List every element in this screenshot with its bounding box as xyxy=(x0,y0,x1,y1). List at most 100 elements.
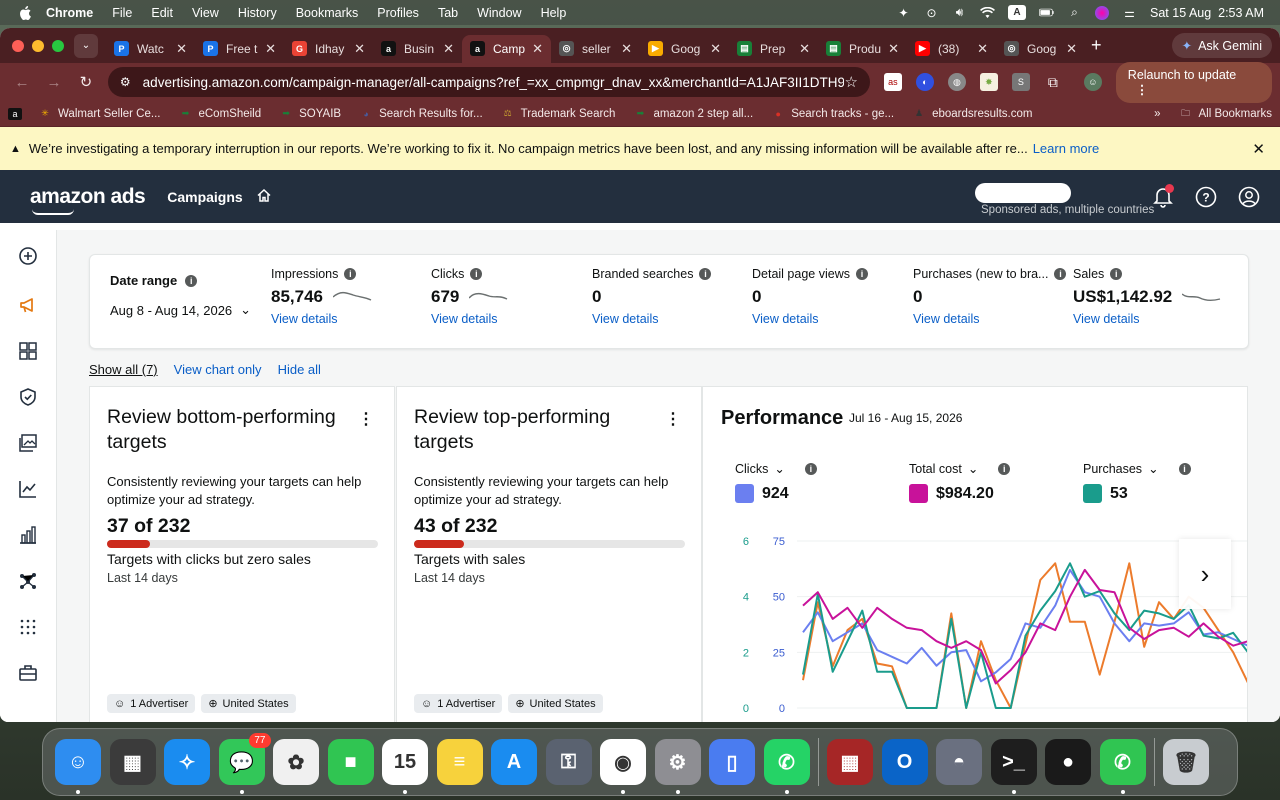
play-circle-icon[interactable]: ⊙ xyxy=(924,6,939,20)
wifi-icon[interactable] xyxy=(980,6,995,19)
browser-tab[interactable]: P Watc ✕ xyxy=(106,35,195,63)
tab-close-icon[interactable]: ✕ xyxy=(176,41,187,57)
dock-app-app-store[interactable]: A xyxy=(491,739,537,785)
more-options-icon[interactable]: ⋮ xyxy=(358,409,374,429)
browser-tab[interactable]: a Camp ✕ xyxy=(462,34,551,63)
tab-close-icon[interactable]: ✕ xyxy=(799,41,810,57)
view-details-link[interactable]: View details xyxy=(913,312,1073,326)
bookmark-item[interactable]: ➡ SOYAIB xyxy=(279,108,341,120)
extension-4-icon[interactable]: ✸ xyxy=(979,73,998,91)
info-icon[interactable]: i xyxy=(470,268,483,280)
info-icon[interactable]: i xyxy=(185,274,198,287)
volume-icon[interactable]: 🔊︎ xyxy=(952,5,967,19)
dock-app-trash[interactable]: 🗑 xyxy=(1163,739,1209,785)
bookmark-item[interactable]: ✳ Walmart Seller Ce... xyxy=(38,108,160,120)
address-bar[interactable]: ⚙ advertising.amazon.com/campaign-manage… xyxy=(107,67,870,97)
bookmark-item[interactable]: ● Search tracks - ge... xyxy=(771,108,894,120)
bookmark-item[interactable]: ➡ amazon 2 step all... xyxy=(633,108,754,120)
nav-campaigns[interactable] xyxy=(0,282,56,328)
tab-close-icon[interactable]: ✕ xyxy=(443,41,454,57)
profile-avatar-icon[interactable]: ☺ xyxy=(1083,73,1102,91)
dock-app-photo-booth[interactable]: ▦ xyxy=(827,739,873,785)
browser-tab[interactable]: ▤ Produ ✕ xyxy=(818,35,907,63)
info-icon[interactable]: i xyxy=(344,268,357,280)
view-details-link[interactable]: View details xyxy=(271,312,431,326)
bookmark-item[interactable]: ◕ Search Results for... xyxy=(359,108,482,120)
dock-app-messages[interactable]: 💬 77 xyxy=(218,733,271,794)
battery-icon[interactable] xyxy=(1039,6,1054,19)
dock-app-disk-utility[interactable]: ◓ xyxy=(936,739,982,785)
site-info-icon[interactable]: ⚙ xyxy=(120,75,131,89)
show-all-link[interactable]: Show all (7) xyxy=(89,362,158,377)
view-details-link[interactable]: View details xyxy=(592,312,752,326)
dock-app-outlook[interactable]: O xyxy=(881,739,928,785)
input-source-icon[interactable]: A xyxy=(1008,5,1027,20)
url-text[interactable]: advertising.amazon.com/campaign-manager/… xyxy=(143,75,845,90)
tab-close-icon[interactable]: ✕ xyxy=(710,41,721,57)
dock-app-launchpad[interactable]: ▦ xyxy=(109,739,156,785)
tab-close-icon[interactable]: ✕ xyxy=(888,41,899,57)
dock-app-chrome[interactable]: ◉ xyxy=(600,739,646,794)
menu-tab[interactable]: Tab xyxy=(438,6,458,20)
dock-app-calendar[interactable]: 15 xyxy=(382,739,428,794)
forward-button[interactable]: → xyxy=(40,68,68,96)
minimize-window-button[interactable] xyxy=(32,39,44,52)
nav-dashboard[interactable] xyxy=(0,328,56,374)
dock-app-photos[interactable]: ✿ xyxy=(273,739,319,785)
ask-gemini-button[interactable]: ✦ Ask Gemini xyxy=(1171,33,1272,58)
tab-search-button[interactable]: ⌄ xyxy=(74,33,98,58)
control-center-icon[interactable]: ⚌ xyxy=(1122,6,1137,20)
user-profile-icon[interactable] xyxy=(1237,185,1261,209)
view-details-link[interactable]: View details xyxy=(752,312,912,326)
nav-measurement[interactable] xyxy=(0,466,56,512)
all-bookmarks-button[interactable]: 🗀 All Bookmarks xyxy=(1179,108,1272,120)
browser-tab[interactable]: ▤ Prep ✕ xyxy=(729,35,818,63)
info-icon[interactable]: i xyxy=(1178,462,1191,475)
dock-app-keychain[interactable]: ⚿ xyxy=(545,739,592,785)
dock-app-system-settings[interactable]: ⚙ xyxy=(654,739,701,794)
tab-close-icon[interactable]: ✕ xyxy=(977,41,988,57)
help-icon[interactable]: ? xyxy=(1194,185,1218,209)
relaunch-button[interactable]: Relaunch to update ⋮ xyxy=(1115,61,1273,103)
dock-app-finder[interactable]: ☺ xyxy=(55,739,101,794)
menu-help[interactable]: Help xyxy=(541,6,567,20)
learn-more-link[interactable]: Learn more xyxy=(1033,141,1099,156)
dock-app-terminal[interactable]: >_ xyxy=(990,739,1037,794)
dock-app-phone[interactable]: ✆ xyxy=(1099,739,1146,794)
menu-history[interactable]: History xyxy=(238,6,277,20)
extension-5-icon[interactable]: S xyxy=(1011,73,1030,91)
tab-close-icon[interactable]: ✕ xyxy=(532,41,543,57)
info-icon[interactable]: i xyxy=(699,268,712,280)
view-details-link[interactable]: View details xyxy=(431,312,591,326)
extension-3-icon[interactable]: ◍ xyxy=(947,73,966,91)
nav-reports[interactable] xyxy=(0,512,56,558)
amazon-ads-logo[interactable]: amazon ads xyxy=(30,185,146,215)
browser-tab[interactable]: ◎ Goog ✕ xyxy=(996,35,1085,63)
view-chart-only-link[interactable]: View chart only xyxy=(174,362,262,377)
browser-tab[interactable]: G Idhay ✕ xyxy=(284,35,373,63)
nav-creative-assets[interactable] xyxy=(0,420,56,466)
menu-view[interactable]: View xyxy=(192,6,219,20)
bookmark-amazon[interactable]: a xyxy=(8,107,28,120)
menu-profiles[interactable]: Profiles xyxy=(377,6,419,20)
tab-close-icon[interactable]: ✕ xyxy=(621,41,632,57)
browser-tab[interactable]: ◎ seller ✕ xyxy=(551,35,640,63)
menu-edit[interactable]: Edit xyxy=(151,6,173,20)
bookmark-item[interactable]: ➡ eComSheild xyxy=(178,108,261,120)
extensions-puzzle-icon[interactable]: ⧉ xyxy=(1044,73,1062,91)
menu-bookmarks[interactable]: Bookmarks xyxy=(296,6,359,20)
nav-integrations[interactable] xyxy=(0,558,56,604)
date-range-picker[interactable]: Aug 8 - Aug 14, 2026 ⌄ xyxy=(110,302,251,318)
close-window-button[interactable] xyxy=(12,39,24,52)
menu-file[interactable]: File xyxy=(112,6,132,20)
new-tab-button[interactable]: + xyxy=(1091,35,1102,56)
chart-next-button[interactable]: › xyxy=(1179,539,1231,609)
home-icon[interactable] xyxy=(257,188,271,205)
extension-2-icon[interactable]: ◐ xyxy=(915,73,934,91)
browser-tab[interactable]: ▶ (38) ✕ xyxy=(907,35,996,63)
tab-close-icon[interactable]: ✕ xyxy=(265,41,276,57)
extension-1-icon[interactable]: as xyxy=(883,73,902,91)
info-icon[interactable]: i xyxy=(998,462,1011,475)
card-title[interactable]: Review top-performing targets xyxy=(414,405,674,455)
dock-app-notes[interactable]: ≡ xyxy=(436,739,483,785)
